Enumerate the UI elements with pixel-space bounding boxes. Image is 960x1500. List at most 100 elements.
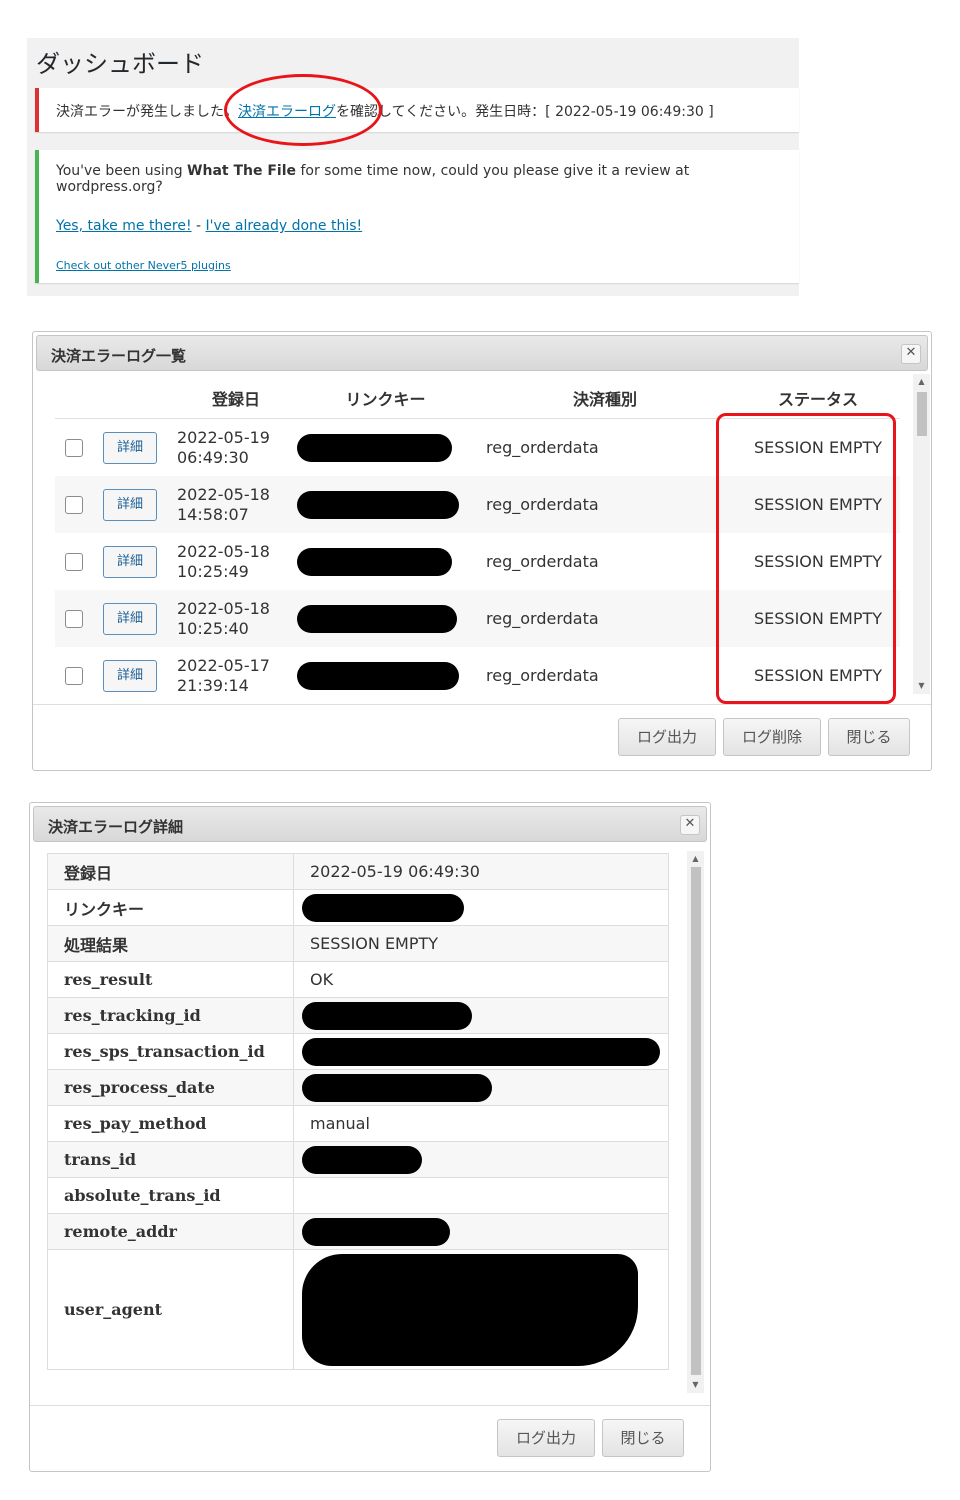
log-export-button[interactable]: ログ出力 (618, 718, 716, 756)
redacted-link-key (297, 547, 452, 576)
review-yes-link[interactable]: Yes, take me there! (56, 218, 192, 234)
row-status: SESSION EMPTY (754, 552, 883, 571)
page-title: ダッシュボード (36, 50, 204, 78)
header-date: 登録日 (175, 378, 297, 419)
row-time: 10:25:49 (177, 561, 249, 581)
detail-row: 処理結果 SESSION EMPTY (47, 925, 669, 962)
detail-key: 処理結果 (47, 925, 294, 962)
row-link-key-cell (297, 533, 474, 590)
scrollbar-thumb[interactable] (917, 392, 927, 436)
table-row: 詳細 2022-05-18 10:25:49 reg_orderdata SESSION… (55, 533, 900, 590)
row-action-cell: 詳細 (103, 419, 175, 477)
detail-value-cell (293, 1033, 669, 1070)
detail-value-cell (293, 1213, 669, 1250)
row-time: 10:25:40 (177, 618, 249, 638)
detail-row: trans_id (47, 1141, 669, 1178)
row-payment-type: reg_orderdata (486, 438, 599, 457)
log-export-button[interactable]: ログ出力 (497, 1419, 595, 1457)
error-log-detail-dialog: 決済エラーログ詳細 ✕ 登録日 2022-05-19 06:49:30 リンクキー処… (29, 802, 711, 1472)
redacted-value (302, 1073, 492, 1102)
detail-value-cell (293, 997, 669, 1034)
review-text-before: You've been using (56, 163, 188, 179)
review-notice-message: You've been using What The File for some… (56, 163, 799, 195)
error-notice-text: 決済エラーが発生しました。 (56, 104, 238, 120)
other-plugins-link[interactable]: Check out other Never5 plugins (56, 259, 231, 272)
dashboard-panel: ダッシュボード 決済エラーが発生しました。決済エラーログを確認してください。発生… (27, 38, 799, 296)
row-status: SESSION EMPTY (736, 590, 900, 647)
error-notice-datetime: を確認してください。発生日時：[ 2022-05-19 06:49:30 ] (336, 104, 714, 120)
review-notice: You've been using What The File for some… (35, 150, 799, 283)
redacted-value (302, 1217, 450, 1246)
row-payment-type: reg_orderdata (486, 666, 599, 685)
arrow-down-icon[interactable]: ▼ (913, 680, 930, 692)
other-plugins-row: Check out other Never5 plugins (56, 259, 799, 272)
row-time: 06:49:30 (177, 447, 249, 467)
plugin-name: What The File (187, 163, 296, 179)
row-date: 2022-05-18 (177, 484, 270, 504)
detail-row: res_tracking_id (47, 997, 669, 1034)
close-icon[interactable]: ✕ (901, 344, 921, 364)
detail-value-cell (293, 1069, 669, 1106)
row-checkbox-cell (55, 419, 103, 477)
dialog-titlebar: 決済エラーログ詳細 ✕ (33, 806, 707, 842)
row-time: 14:58:07 (177, 504, 249, 524)
error-log-detail-table: 登録日 2022-05-19 06:49:30 リンクキー 処理結果 SESSION E… (47, 853, 669, 1370)
redacted-value (302, 1253, 638, 1366)
arrow-down-icon[interactable]: ▼ (687, 1379, 704, 1391)
row-checkbox[interactable] (65, 439, 83, 458)
redacted-link-key (297, 433, 452, 462)
dialog-titlebar: 決済エラーログ一覧 ✕ (36, 335, 928, 371)
review-done-link[interactable]: I've already done this! (206, 218, 363, 234)
row-checkbox[interactable] (65, 610, 83, 629)
close-button[interactable]: 閉じる (828, 718, 910, 756)
detail-button[interactable]: 詳細 (103, 488, 157, 521)
detail-row: absolute_trans_id (47, 1177, 669, 1214)
row-date: 2022-05-18 (177, 541, 270, 561)
row-checkbox[interactable] (65, 553, 83, 572)
error-log-link[interactable]: 決済エラーログ (238, 104, 336, 120)
log-delete-button[interactable]: ログ削除 (723, 718, 821, 756)
header-status: ステータス (736, 378, 900, 419)
scrollbar-thumb[interactable] (691, 867, 701, 1375)
arrow-up-icon[interactable]: ▲ (913, 376, 930, 388)
row-date: 2022-05-19 (177, 427, 270, 447)
detail-button[interactable]: 詳細 (103, 545, 157, 578)
arrow-up-icon[interactable]: ▲ (687, 853, 704, 865)
row-checkbox-cell (55, 647, 103, 704)
detail-button[interactable]: 詳細 (103, 602, 157, 635)
close-icon[interactable]: ✕ (680, 815, 700, 835)
detail-value-cell (293, 1141, 669, 1178)
detail-value-cell: SESSION EMPTY (293, 925, 669, 962)
detail-key: res_result (47, 961, 294, 998)
row-date-cell: 2022-05-18 10:25:49 (175, 533, 297, 590)
detail-value-cell (293, 1249, 669, 1370)
row-checkbox[interactable] (65, 496, 83, 515)
detail-row: remote_addr (47, 1213, 669, 1250)
header-action-col (103, 378, 175, 419)
header-checkbox-col (55, 378, 103, 419)
detail-row: 登録日 2022-05-19 06:49:30 (47, 853, 669, 890)
detail-key: absolute_trans_id (47, 1177, 294, 1214)
detail-row: res_sps_transaction_id (47, 1033, 669, 1070)
detail-scrollbar[interactable]: ▲ ▼ (687, 851, 704, 1393)
row-link-key-cell (297, 590, 474, 647)
detail-value-cell: OK (293, 961, 669, 998)
detail-row: res_result OK (47, 961, 669, 998)
row-action-cell: 詳細 (103, 590, 175, 647)
list-scrollbar[interactable]: ▲ ▼ (913, 374, 930, 694)
row-link-key-cell (297, 647, 474, 704)
close-button[interactable]: 閉じる (602, 1419, 684, 1457)
table-header-row: 登録日 リンクキー 決済種別 ステータス (55, 378, 900, 419)
detail-key: res_pay_method (47, 1105, 294, 1142)
link-separator: - (191, 218, 206, 234)
row-link-key-cell (297, 419, 474, 477)
detail-key: trans_id (47, 1141, 294, 1178)
row-date-cell: 2022-05-18 10:25:40 (175, 590, 297, 647)
detail-button[interactable]: 詳細 (103, 659, 157, 692)
row-checkbox[interactable] (65, 667, 83, 686)
detail-value: SESSION EMPTY (310, 934, 439, 953)
detail-button[interactable]: 詳細 (103, 431, 157, 464)
detail-key: user_agent (47, 1249, 294, 1370)
row-date-cell: 2022-05-19 06:49:30 (175, 419, 297, 477)
row-action-cell: 詳細 (103, 476, 175, 533)
